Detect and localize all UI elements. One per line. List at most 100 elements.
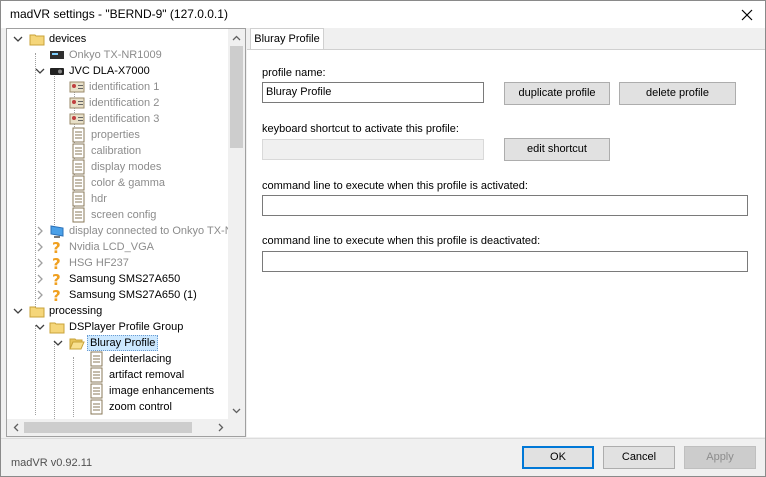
scroll-up-button[interactable] — [228, 29, 245, 46]
tree-item-label: image enhancements — [109, 385, 215, 397]
tree-item-label: identification 1 — [89, 81, 160, 93]
close-button[interactable] — [729, 1, 765, 28]
question-icon: ? — [52, 287, 61, 303]
chevron-right-icon[interactable] — [35, 274, 45, 284]
folder-icon — [49, 322, 65, 334]
apply-button: Apply — [684, 446, 756, 469]
chevron-right-icon[interactable] — [35, 290, 45, 300]
tree-item-label: identification 2 — [89, 97, 160, 109]
chevron-down-icon[interactable] — [13, 306, 23, 316]
tree-item-label: Onkyo TX-NR1009 — [69, 49, 162, 61]
settings-window: madVR settings - "BERND-9" (127.0.0.1) d… — [0, 0, 766, 477]
svg-text:?: ? — [52, 255, 61, 271]
page-icon — [90, 351, 103, 367]
cmd-activated-input[interactable] — [262, 195, 748, 216]
profile-settings-page: profile name: Bluray Profile duplicate p… — [247, 49, 765, 437]
tree-item-label: hdr — [91, 193, 107, 205]
tree-item-label: zoom control — [109, 401, 172, 413]
footer-divider — [1, 438, 765, 439]
id-card-icon — [69, 97, 85, 109]
tree-item-label: display modes — [91, 161, 162, 173]
tree-item-label: DSPlayer Profile Group — [69, 321, 184, 333]
page-icon — [72, 159, 85, 175]
tree-item-label: display connected to Onkyo TX-N — [69, 225, 229, 237]
chevron-down-icon[interactable] — [13, 34, 23, 44]
tree-item-label: color & gamma — [91, 177, 165, 189]
page-icon — [72, 127, 85, 143]
tab-bluray-profile[interactable]: Bluray Profile — [250, 28, 324, 50]
tree-item-label: properties — [91, 129, 140, 141]
duplicate-profile-button[interactable]: duplicate profile — [504, 82, 610, 105]
id-card-icon — [69, 113, 85, 125]
receiver-icon — [50, 51, 64, 59]
chevron-right-icon — [218, 423, 223, 432]
cmd-activated-label: command line to execute when this profil… — [262, 180, 528, 192]
page-icon — [72, 175, 85, 191]
tree-item-label: Samsung SMS27A650 — [69, 273, 181, 285]
page-icon — [90, 383, 103, 399]
chevron-right-icon[interactable] — [35, 226, 45, 236]
close-icon — [741, 9, 753, 20]
scroll-thumb[interactable] — [230, 46, 243, 148]
tree-item-label: screen config — [91, 209, 157, 221]
ok-button[interactable]: OK — [522, 446, 594, 469]
projector-icon — [50, 68, 64, 75]
chevron-down-icon[interactable] — [35, 66, 45, 76]
tree-content: devices Onkyo TX-NR1009 JVC DLA-X7000 id… — [7, 29, 229, 419]
profile-name-label: profile name: — [262, 67, 326, 79]
id-card-icon — [69, 81, 85, 93]
svg-text:?: ? — [52, 287, 61, 303]
tree-item-label: identification 3 — [89, 113, 160, 125]
window-title: madVR settings - "BERND-9" (127.0.0.1) — [10, 7, 228, 21]
svg-text:?: ? — [52, 239, 61, 255]
edit-shortcut-button[interactable]: edit shortcut — [504, 138, 610, 161]
tree-item-label: JVC DLA-X7000 — [69, 65, 150, 77]
tree-item-label: devices — [49, 33, 87, 45]
shortcut-label: keyboard shortcut to activate this profi… — [262, 123, 459, 135]
shortcut-field — [262, 139, 484, 160]
tree-item-label: Nvidia LCD_VGA — [69, 241, 154, 253]
scroll-left-button[interactable] — [7, 419, 24, 436]
tree-item-label: processing — [49, 305, 103, 317]
chevron-down-icon[interactable] — [35, 322, 45, 332]
title-bar: madVR settings - "BERND-9" (127.0.0.1) — [1, 1, 765, 28]
profile-name-input[interactable]: Bluray Profile — [262, 82, 484, 103]
cmd-deactivated-label: command line to execute when this profil… — [262, 235, 541, 247]
tree-item-label: Bluray Profile — [87, 335, 159, 351]
cancel-button[interactable]: Cancel — [603, 446, 675, 469]
svg-text:?: ? — [52, 271, 61, 287]
chevron-right-icon[interactable] — [35, 258, 45, 268]
tree-item-label: Samsung SMS27A650 (1) — [69, 289, 197, 301]
page-icon — [90, 399, 103, 415]
folder-open-icon — [69, 338, 85, 350]
chevron-down-icon[interactable] — [53, 338, 63, 348]
chevron-right-icon[interactable] — [35, 242, 45, 252]
delete-profile-button[interactable]: delete profile — [619, 82, 736, 105]
page-icon — [72, 207, 85, 223]
chevron-up-icon — [232, 35, 241, 40]
question-icon: ? — [52, 271, 61, 287]
question-icon: ? — [52, 255, 61, 271]
scroll-right-button[interactable] — [212, 419, 229, 436]
cmd-deactivated-input[interactable] — [262, 251, 748, 272]
chevron-down-icon — [232, 408, 241, 413]
folder-icon — [29, 34, 45, 46]
tree-item-label: calibration — [91, 145, 142, 157]
scroll-thumb[interactable] — [24, 422, 192, 433]
tree-item-label: HSG HF237 — [69, 257, 129, 269]
settings-tree[interactable]: devices Onkyo TX-NR1009 JVC DLA-X7000 id… — [6, 28, 246, 437]
tree-item-label: deinterlacing — [109, 353, 172, 365]
page-icon — [72, 143, 85, 159]
page-icon — [90, 367, 103, 383]
monitor-icon — [50, 225, 64, 238]
question-icon: ? — [52, 239, 61, 255]
tree-horizontal-scrollbar[interactable] — [7, 419, 229, 436]
scroll-corner — [228, 419, 245, 436]
tree-vertical-scrollbar[interactable] — [228, 29, 245, 419]
folder-icon — [29, 306, 45, 318]
chevron-left-icon — [13, 423, 18, 432]
version-label: madVR v0.92.11 — [11, 457, 93, 469]
scroll-down-button[interactable] — [228, 402, 245, 419]
tree-item-label: artifact removal — [109, 369, 185, 381]
page-icon — [72, 191, 85, 207]
